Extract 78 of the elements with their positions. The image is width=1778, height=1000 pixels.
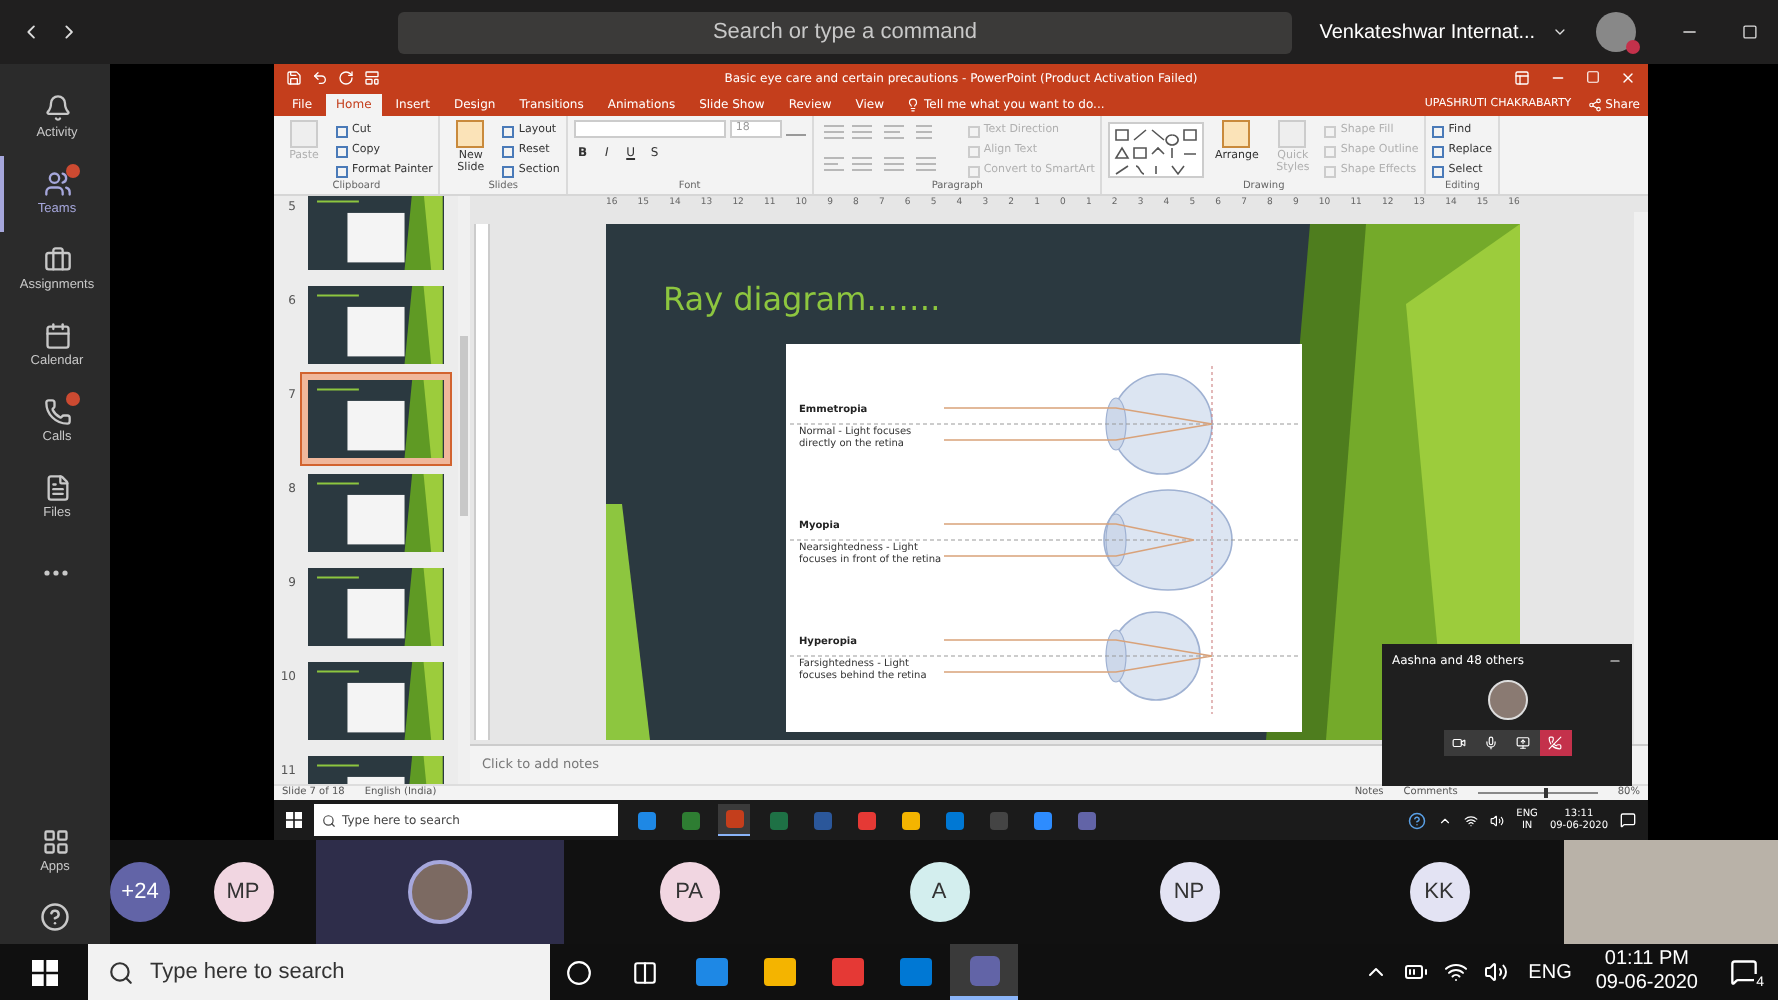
hang-up-button[interactable]	[1539, 730, 1571, 756]
participant-initials: MP	[213, 862, 273, 922]
clock-date[interactable]: 09-06-2020	[1595, 972, 1698, 996]
participant-tile[interactable]: +24	[110, 840, 170, 944]
windows-logo-icon[interactable]	[31, 959, 57, 985]
slide-title: Ray diagram…….	[663, 280, 941, 318]
share-icon	[1587, 98, 1602, 112]
network-icon[interactable]	[1464, 813, 1479, 827]
search-icon	[108, 959, 134, 985]
avatar	[408, 860, 472, 924]
participant-tile[interactable]: KK	[1314, 840, 1564, 944]
rail-icon	[43, 169, 71, 198]
clock-time[interactable]: 01:11 PM	[1604, 948, 1689, 972]
ribbon-options-icon[interactable]	[1514, 70, 1530, 86]
scrollbar[interactable]	[1634, 212, 1648, 744]
cortana-icon[interactable]	[566, 959, 592, 985]
thumbnail-drawing	[308, 474, 444, 552]
rail-icon	[43, 321, 71, 350]
chevron-up-icon[interactable]	[1438, 813, 1453, 827]
maximize-icon[interactable]	[1742, 22, 1758, 42]
taskbar-app-icon[interactable]	[718, 804, 750, 836]
minimize-icon[interactable]	[1608, 654, 1622, 668]
rail-icon	[43, 473, 71, 502]
participant-tile[interactable]: NP	[1064, 840, 1314, 944]
volume-icon[interactable]	[1484, 960, 1509, 984]
notification-icon[interactable]	[1730, 958, 1758, 986]
zoom-slider-thumb[interactable]	[1543, 788, 1548, 798]
participant-initials: A	[909, 862, 969, 922]
share-screen-button[interactable]	[1507, 730, 1539, 756]
shapes-gallery-icon[interactable]	[1108, 122, 1205, 178]
scrollbar[interactable]	[458, 196, 470, 784]
thumbnail-drawing	[308, 380, 444, 458]
language-label[interactable]: ENG	[1528, 957, 1572, 987]
task-view-icon[interactable]	[632, 959, 658, 985]
search-field[interactable]: Type here to search	[88, 944, 550, 1000]
font-name-field[interactable]	[573, 120, 726, 138]
participant-tile[interactable]	[316, 840, 564, 944]
volume-icon[interactable]	[1490, 813, 1505, 827]
avatar	[1487, 680, 1527, 720]
thumbnail-drawing	[308, 286, 444, 364]
microphone-icon	[1484, 736, 1498, 750]
battery-icon[interactable]	[1404, 960, 1429, 984]
rail-icon	[43, 93, 71, 122]
participant-initials: KK	[1409, 862, 1469, 922]
participant-initials: PA	[659, 862, 719, 922]
undo-icon[interactable]	[312, 70, 328, 86]
participant-tile[interactable]: A	[814, 840, 1064, 944]
organization-name[interactable]: Venkateshwar Internat...	[1319, 17, 1536, 47]
camera-icon	[1452, 736, 1466, 750]
search-icon	[322, 813, 336, 827]
ribbon-button-icon	[456, 120, 485, 148]
lightbulb-icon	[906, 98, 920, 112]
teams-taskbar-icon[interactable]	[950, 944, 1018, 1000]
save-icon[interactable]	[286, 70, 302, 86]
share-screen-icon	[1516, 736, 1530, 750]
help-icon[interactable]	[1408, 811, 1427, 829]
slide-thumbnail[interactable]	[300, 372, 452, 466]
help-icon[interactable]	[40, 902, 70, 932]
more-icon	[43, 569, 67, 575]
apps-icon	[41, 827, 69, 856]
thumbnail-drawing	[308, 662, 444, 740]
thumbnail-drawing	[308, 568, 444, 646]
command-search-field[interactable]: Search or type a command	[398, 11, 1292, 53]
rail-icon	[43, 245, 71, 274]
redo-icon[interactable]	[338, 70, 354, 86]
notification-icon[interactable]	[1620, 812, 1636, 828]
profile-avatar[interactable]	[1595, 12, 1636, 52]
windows-logo-icon[interactable]	[286, 812, 302, 828]
camera-button[interactable]	[1443, 730, 1475, 756]
ribbon-button-icon	[1222, 120, 1251, 148]
participant-initials: +24	[110, 862, 170, 922]
participant-tile[interactable]: MP	[170, 840, 316, 944]
present-icon[interactable]	[364, 70, 380, 86]
hang-up-icon	[1548, 736, 1562, 750]
rail-icon	[43, 397, 71, 426]
participant-tile[interactable]: PA	[564, 840, 814, 944]
close-icon[interactable]	[1620, 70, 1636, 86]
participant-initials: NP	[1159, 862, 1219, 922]
